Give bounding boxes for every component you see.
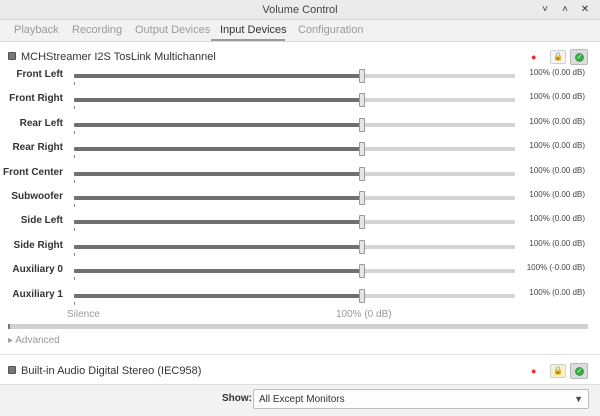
slider-fill	[74, 245, 362, 249]
slider-handle[interactable]	[359, 142, 365, 156]
scale-silence-label: Silence	[67, 309, 100, 320]
channel-volume-value: 100% (0.00 dB)	[529, 214, 585, 223]
tab-playback[interactable]: Playback	[14, 24, 59, 36]
title-bar: Volume Control ˅ ˄ ✕	[0, 0, 600, 20]
slider-handle[interactable]	[359, 289, 365, 303]
scale-100-label: 100% (0 dB)	[336, 309, 392, 320]
lock-icon: 🔒	[553, 52, 563, 61]
window-title: Volume Control	[262, 4, 338, 16]
channel-volume-value: 100% (0.00 dB)	[529, 141, 585, 150]
microphone-icon	[8, 366, 16, 374]
triangle-down-icon: ▼	[574, 394, 583, 404]
set-default-button-2[interactable]: ✓	[570, 363, 588, 379]
volume-slider[interactable]	[74, 240, 515, 254]
channel-label: Front Center	[3, 167, 63, 178]
channel-label: Rear Right	[12, 142, 63, 153]
slider-handle[interactable]	[359, 93, 365, 107]
channel-volume-value: 100% (0.00 dB)	[529, 68, 585, 77]
channel-volume-value: 100% (0.00 dB)	[529, 166, 585, 175]
volume-slider[interactable]	[74, 191, 515, 205]
active-tab-indicator	[211, 39, 285, 41]
tab-output-devices[interactable]: Output Devices	[135, 24, 210, 36]
show-filter-value: All Except Monitors	[259, 394, 345, 405]
slider-fill	[74, 123, 362, 127]
lock-channels-button-2[interactable]: 🔒	[550, 364, 566, 378]
set-default-button[interactable]: ✓	[570, 49, 588, 65]
channel-label: Front Left	[16, 69, 63, 80]
slider-fill	[74, 172, 362, 176]
volume-slider[interactable]	[74, 264, 515, 278]
slider-handle[interactable]	[359, 167, 365, 181]
slider-fill	[74, 74, 362, 78]
slider-tick	[74, 155, 75, 158]
slider-handle[interactable]	[359, 215, 365, 229]
triangle-right-icon: ▸	[8, 335, 14, 346]
show-label: Show:	[222, 393, 252, 404]
slider-tick	[74, 82, 75, 85]
slider-handle[interactable]	[359, 264, 365, 278]
slider-fill	[74, 294, 362, 298]
tab-bar: Playback Recording Output Devices Input …	[0, 20, 600, 42]
slider-fill	[74, 147, 362, 151]
slider-handle[interactable]	[359, 191, 365, 205]
volume-slider[interactable]	[74, 118, 515, 132]
lock-channels-button[interactable]: 🔒	[550, 50, 566, 64]
channel-label: Rear Left	[19, 118, 63, 129]
volume-slider[interactable]	[74, 289, 515, 303]
slider-fill	[74, 196, 362, 200]
channel-label: Front Right	[9, 93, 63, 104]
lock-icon: 🔒	[553, 366, 563, 375]
slider-handle[interactable]	[359, 118, 365, 132]
channel-volume-value: 100% (0.00 dB)	[529, 92, 585, 101]
tab-configuration[interactable]: Configuration	[298, 24, 363, 36]
slider-tick	[74, 253, 75, 256]
device-name: MCHStreamer I2S TosLink Multichannel	[21, 51, 216, 63]
slider-fill	[74, 269, 362, 273]
channel-label: Auxiliary 1	[12, 289, 63, 300]
advanced-label: Advanced	[15, 335, 60, 346]
slider-tick	[74, 228, 75, 231]
channel-volume-value: 100% (-0.00 dB)	[526, 263, 585, 272]
device-name-2: Built-in Audio Digital Stereo (IEC958)	[21, 365, 202, 377]
volume-slider[interactable]	[74, 142, 515, 156]
slider-tick	[74, 204, 75, 207]
default-indicator-dot-2: ●	[531, 366, 537, 376]
volume-slider[interactable]	[74, 69, 515, 83]
slider-fill	[74, 220, 362, 224]
slider-handle[interactable]	[359, 240, 365, 254]
slider-handle[interactable]	[359, 69, 365, 83]
slider-tick	[74, 106, 75, 109]
horizontal-scrollbar[interactable]	[8, 324, 588, 329]
advanced-expander[interactable]: ▸ Advanced	[8, 335, 60, 346]
device-separator	[0, 354, 600, 355]
maximize-button[interactable]: ˄	[558, 3, 572, 17]
volume-slider[interactable]	[74, 167, 515, 181]
channel-volume-value: 100% (0.00 dB)	[529, 117, 585, 126]
channel-volume-value: 100% (0.00 dB)	[529, 288, 585, 297]
tab-input-devices[interactable]: Input Devices	[220, 24, 287, 36]
channel-label: Side Right	[13, 240, 63, 251]
check-circle-icon: ✓	[575, 367, 584, 376]
tab-recording[interactable]: Recording	[72, 24, 122, 36]
channel-volume-value: 100% (0.00 dB)	[529, 239, 585, 248]
default-indicator-dot: ●	[531, 52, 537, 62]
show-filter-select[interactable]: All Except Monitors ▼	[253, 389, 589, 409]
channel-volume-value: 100% (0.00 dB)	[529, 190, 585, 199]
bottom-bar: Show: All Except Monitors ▼	[0, 384, 600, 416]
check-circle-icon: ✓	[575, 53, 584, 62]
slider-tick	[74, 277, 75, 280]
volume-slider[interactable]	[74, 215, 515, 229]
close-button[interactable]: ✕	[578, 3, 592, 17]
slider-tick	[74, 131, 75, 134]
scrollbar-thumb[interactable]	[8, 324, 10, 329]
slider-fill	[74, 98, 362, 102]
channel-label: Subwoofer	[11, 191, 63, 202]
volume-slider[interactable]	[74, 93, 515, 107]
minimize-button[interactable]: ˅	[538, 3, 552, 17]
slider-tick	[74, 180, 75, 183]
slider-tick	[74, 302, 75, 305]
microphone-icon	[8, 52, 16, 60]
channel-label: Side Left	[20, 215, 63, 226]
channel-label: Auxiliary 0	[12, 264, 63, 275]
